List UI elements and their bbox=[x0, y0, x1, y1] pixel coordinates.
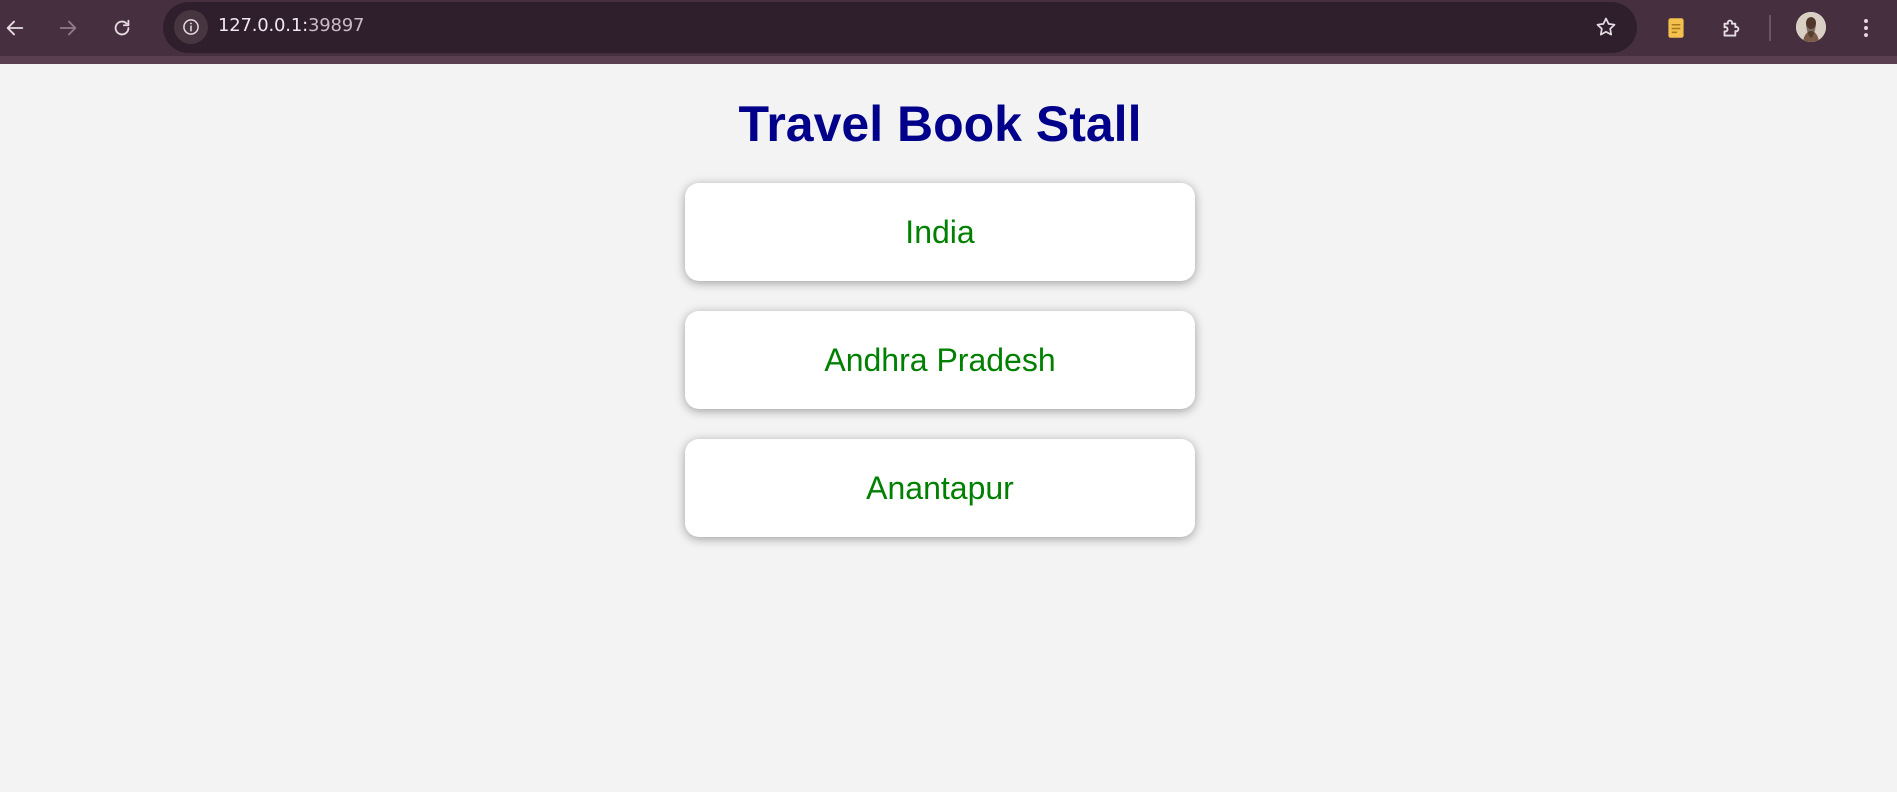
address-bar[interactable]: 127.0.0.1:39897 bbox=[163, 2, 1637, 53]
info-icon bbox=[183, 19, 199, 35]
profile-picture bbox=[1796, 12, 1826, 42]
site-info-button[interactable] bbox=[174, 10, 208, 44]
location-link-label[interactable]: Andhra Pradesh bbox=[824, 342, 1055, 379]
browser-menu-button[interactable] bbox=[1851, 13, 1881, 43]
kebab-menu-icon bbox=[1864, 19, 1868, 37]
url-host: 127.0.0.1: bbox=[218, 15, 308, 36]
extensions-button[interactable] bbox=[1716, 13, 1746, 43]
toolbar-bottom-strip bbox=[0, 56, 1897, 64]
location-link-label[interactable]: Anantapur bbox=[866, 470, 1014, 507]
url-text[interactable]: 127.0.0.1:39897 bbox=[218, 15, 364, 36]
location-card-india[interactable]: India bbox=[685, 183, 1195, 281]
notes-extension-button[interactable] bbox=[1661, 13, 1691, 43]
reload-button[interactable] bbox=[104, 10, 140, 46]
arrow-left-icon bbox=[6, 20, 24, 36]
reload-icon bbox=[114, 19, 130, 36]
bookmark-button[interactable] bbox=[1593, 14, 1619, 40]
notepad-icon bbox=[1668, 18, 1684, 38]
avatar[interactable] bbox=[1796, 12, 1826, 42]
arrow-right-icon bbox=[59, 20, 77, 36]
star-icon bbox=[1596, 17, 1616, 36]
back-button[interactable] bbox=[0, 10, 33, 46]
browser-toolbar: 127.0.0.1:39897 bbox=[0, 0, 1897, 64]
forward-button[interactable] bbox=[50, 10, 86, 46]
location-card-andhra-pradesh[interactable]: Andhra Pradesh bbox=[685, 311, 1195, 409]
location-card-anantapur[interactable]: Anantapur bbox=[685, 439, 1195, 537]
location-link-label[interactable]: India bbox=[905, 214, 974, 251]
puzzle-icon bbox=[1723, 19, 1740, 37]
url-port: 39897 bbox=[307, 15, 365, 36]
page-title: Travel Book Stall bbox=[738, 96, 1142, 152]
toolbar-divider bbox=[1769, 15, 1771, 41]
